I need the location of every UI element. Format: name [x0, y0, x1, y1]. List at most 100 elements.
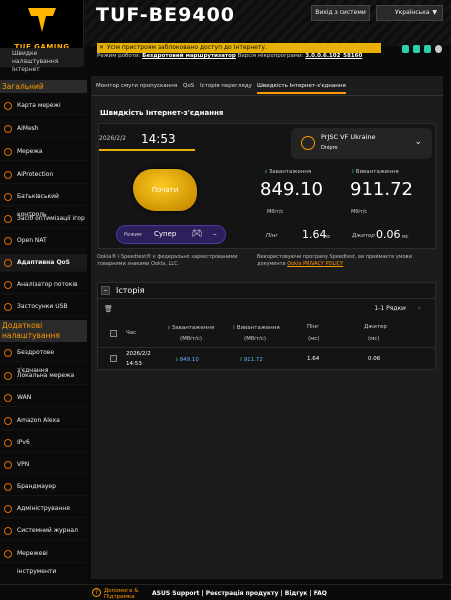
chevron-down-icon: ▼: [432, 9, 437, 16]
warning-banner[interactable]: ✕ Усім пристроям заблоковано доступ до І…: [97, 43, 381, 53]
language-value: Українська: [395, 9, 430, 16]
upload-arrow-icon: ⭱: [352, 169, 354, 175]
row-date: 2026/2/2: [126, 351, 151, 357]
sidebar-item-aiprotection[interactable]: AiProtection: [0, 166, 87, 184]
col-jitter-unit: (мс): [368, 336, 380, 342]
tab-bandwidth-monitor[interactable]: Монітор смуги пропускання: [96, 83, 177, 89]
usb-icon[interactable]: [413, 45, 420, 53]
status-icons: [402, 45, 442, 53]
next-page-icon[interactable]: ›: [418, 304, 421, 312]
download-unit: Мбіт/с: [267, 209, 284, 215]
tuf-shield-icon: [28, 8, 56, 32]
row-checkbox[interactable]: [110, 355, 117, 362]
sidebar-item-administration[interactable]: Адміністрування: [0, 500, 87, 518]
ping-unit: мс: [324, 234, 331, 240]
col-jitter: Джитер: [364, 324, 387, 330]
operation-mode-link[interactable]: Бездротовий маршрутизатор: [142, 53, 236, 59]
sidebar-item-open-nat[interactable]: Open NAT: [0, 232, 87, 250]
network-icon: [4, 148, 12, 156]
ping-value: 1.64: [302, 228, 327, 241]
log-icon: [4, 527, 12, 535]
col-ping: Пінг: [307, 324, 320, 330]
language-select[interactable]: Українська ▼: [376, 5, 443, 21]
help-icon[interactable]: ?: [92, 588, 101, 597]
tab-qos[interactable]: QoS: [183, 83, 194, 89]
speedtest-panel: 2026/2/2 14:53 PrJSC VF Ukraine Dnipro ⌄…: [98, 123, 436, 249]
download-label: ⭳ Завантаження: [265, 169, 312, 175]
section-advanced: Додаткові налаштування: [0, 320, 87, 342]
sidebar-item-alexa[interactable]: Amazon Alexa: [0, 412, 87, 430]
globe-icon: [4, 394, 12, 402]
ipv6-icon: [4, 439, 12, 447]
sidebar-item-firewall[interactable]: Брандмауер: [0, 478, 87, 496]
mode-label: Режим: [124, 232, 142, 238]
wifi-icon[interactable]: [424, 45, 431, 53]
main-content: Монітор смуги пропускання QoS Історія пе…: [91, 76, 443, 579]
mesh-icon[interactable]: [402, 45, 409, 53]
shield-icon: [4, 171, 12, 179]
rows-count: 1-1 Рядки: [374, 305, 405, 312]
sidebar-item-network-map[interactable]: Карта мережі: [0, 97, 87, 115]
mode-value: Супер: [154, 230, 177, 238]
close-icon[interactable]: ✕: [99, 43, 104, 53]
sidebar-item-wireless[interactable]: Бездротове з'єднання: [0, 344, 87, 374]
mode-selector[interactable]: Режим Супер 🎮︎ –: [116, 225, 226, 244]
settings-icon[interactable]: [435, 45, 442, 53]
parental-icon: [4, 193, 12, 201]
prev-page-icon[interactable]: ‹: [404, 304, 407, 312]
ookla-terms: Використовуючи програму Speedtest, ви пр…: [257, 254, 412, 267]
test-time: 14:53: [141, 132, 176, 146]
footer-links[interactable]: ASUS Support | Реєстрація продукту | Від…: [152, 590, 327, 597]
tab-internet-speed[interactable]: Швидкість Інтернет-з'єднання: [257, 83, 346, 94]
collapse-icon[interactable]: –: [101, 286, 110, 295]
sidebar-item-wan[interactable]: WAN: [0, 389, 87, 407]
network-map-icon: [4, 102, 12, 110]
sidebar-item-parental-controls[interactable]: Батьківський контроль: [0, 188, 87, 218]
jitter-value: 0.06: [376, 228, 401, 241]
history-title: Історія: [116, 286, 145, 295]
tab-web-history[interactable]: Історія перегляду: [200, 83, 252, 89]
col-time: Час: [126, 330, 137, 336]
test-date: 2026/2/2: [99, 135, 126, 142]
col-upload-unit: (Мбіт/с): [244, 336, 267, 342]
tab-bar: Монітор смуги пропускання QoS Історія пе…: [91, 76, 443, 96]
sidebar-item-usb-apps[interactable]: Застосунки USB: [0, 298, 87, 316]
row-ping: 1.64: [307, 356, 320, 362]
privacy-policy-link[interactable]: Ookla PRIVACY POLICY: [287, 261, 343, 267]
lan-icon: [4, 372, 12, 380]
start-test-button[interactable]: Почати: [133, 169, 197, 211]
sidebar-item-network[interactable]: Мережа: [0, 143, 87, 161]
sidebar-item-traffic-analyzer[interactable]: Аналізатор потоків: [0, 276, 87, 294]
row-upload: ⭱ 911.72: [240, 357, 263, 363]
sidebar-item-vpn[interactable]: VPN: [0, 456, 87, 474]
aimesh-icon: [4, 125, 12, 133]
rocket-icon: [4, 215, 12, 223]
sidebar-item-game-accelerator[interactable]: Засіб оптимізації ігор: [0, 210, 87, 228]
usb-app-icon: [4, 303, 12, 311]
ookla-trademark: Ookla® і Speedtest® є федерально зареєст…: [97, 254, 238, 267]
table-row[interactable]: 2026/2/2 14:53 ⭳ 849.10 ⭱ 911.72 1.64 0.…: [98, 347, 435, 369]
sidebar-item-ipv6[interactable]: IPv6: [0, 434, 87, 452]
logout-button[interactable]: Вихід з системи: [311, 5, 370, 21]
sidebar-item-network-tools[interactable]: Мережеві інструменти: [0, 545, 87, 575]
firmware-info: Режим роботи: Бездротовий маршрутизатор …: [97, 53, 363, 59]
admin-icon: [4, 505, 12, 513]
trash-icon[interactable]: 🗑︎: [104, 305, 113, 313]
server-isp: PrJSC VF Ukraine: [321, 133, 376, 141]
col-upload: ⭱ Вивантаження: [233, 325, 280, 331]
sidebar-item-system-log[interactable]: Системний журнал: [0, 522, 87, 540]
mode-extra: –: [213, 230, 217, 238]
tools-icon: [4, 550, 12, 558]
help-support-link[interactable]: Допомога & Підтримка: [104, 588, 138, 600]
server-select[interactable]: PrJSC VF Ukraine Dnipro ⌄: [291, 128, 432, 159]
sidebar-item-lan[interactable]: Локальна мережа: [0, 367, 87, 385]
row-time: 14:53: [126, 361, 142, 367]
quick-setup-link[interactable]: Швидке налаштування Інтернет: [0, 48, 84, 73]
firmware-version-link[interactable]: 3.0.0.6.102_58160: [305, 53, 362, 59]
server-city: Dnipro: [321, 145, 338, 151]
download-arrow-icon: ⭳: [265, 169, 267, 175]
sidebar-item-adaptive-qos[interactable]: Адаптивна QoS: [0, 254, 87, 272]
select-all-checkbox[interactable]: [110, 330, 117, 337]
sidebar-item-aimesh[interactable]: AiMesh: [0, 120, 87, 138]
alexa-icon: [4, 417, 12, 425]
